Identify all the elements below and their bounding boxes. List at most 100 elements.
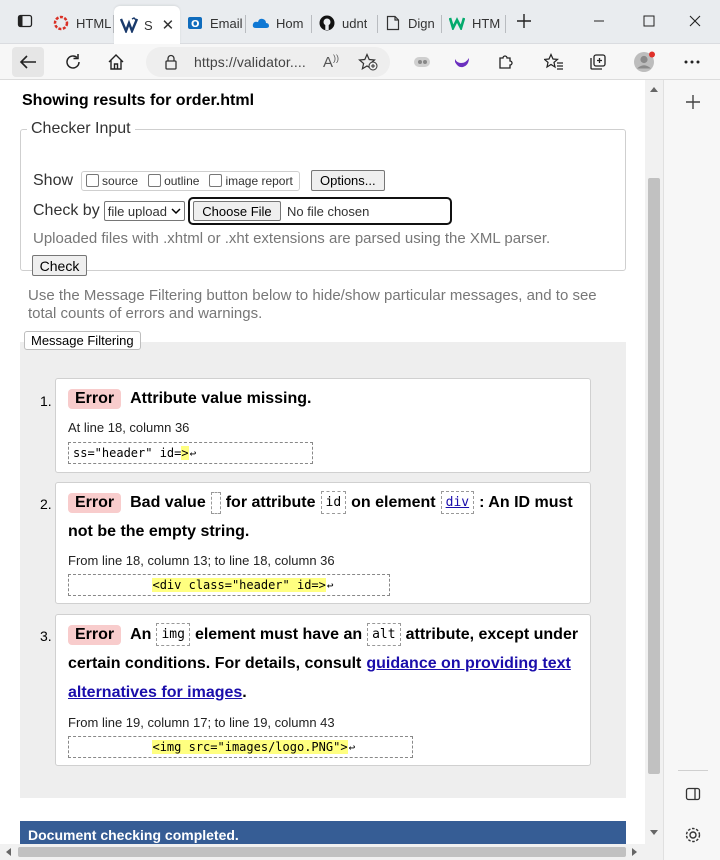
tab-validator[interactable]: S ✕ [114, 6, 180, 44]
show-source-option[interactable]: source [86, 174, 138, 188]
collections-icon[interactable] [582, 47, 614, 77]
close-tab-icon[interactable]: ✕ [162, 16, 175, 34]
check-by-label: Check by [33, 202, 100, 219]
no-file-text: No file chosen [286, 203, 370, 219]
onedrive-cloud-icon [252, 14, 270, 32]
message-text-line: Error Attribute value missing. [68, 389, 312, 409]
tab-html-1[interactable]: HTML [52, 8, 112, 38]
tab-actions-icon[interactable] [10, 8, 40, 34]
profile-avatar-icon[interactable] [628, 47, 660, 77]
add-favorite-icon[interactable] [358, 53, 378, 76]
back-arrow-icon[interactable] [12, 47, 44, 77]
tab-home[interactable]: Hom [252, 8, 310, 38]
show-outline-option[interactable]: outline [148, 174, 199, 188]
svg-text:O: O [191, 19, 200, 30]
message-text-line: not be the empty string. [68, 523, 250, 540]
hide-sidebar-icon[interactable] [680, 781, 706, 807]
check-by-select[interactable]: file upload [103, 201, 185, 221]
close-window-icon[interactable] [680, 8, 710, 34]
more-menu-icon[interactable] [676, 47, 708, 77]
message-number: 1. [40, 393, 52, 409]
extension-purple-icon[interactable] [446, 47, 478, 77]
maximize-icon[interactable] [634, 8, 664, 34]
horizontal-scrollbar[interactable] [0, 844, 663, 860]
location-text: From line 19, column 17; to line 19, col… [68, 715, 335, 730]
source-extract: <img src="images/logo.PNG"> ↩ [68, 736, 413, 758]
tab-github[interactable]: udnt [318, 8, 376, 38]
xml-parser-note: Uploaded files with .xhtml or .xht exten… [33, 230, 551, 247]
location-text: From line 18, column 13; to line 18, col… [68, 553, 335, 568]
document-icon [384, 14, 402, 32]
outlook-icon: O [186, 14, 204, 32]
source-extract: ss="header" id= > ↩ [68, 442, 313, 464]
url-box[interactable]: https://validator.... A)) [146, 47, 390, 77]
tab-email[interactable]: O Email [186, 8, 244, 38]
location-text: At line 18, column 36 [68, 420, 190, 435]
message-text-line: Error Bad value for attribute id on elem… [68, 491, 573, 514]
error-badge: Error [68, 624, 122, 645]
error-badge: Error [68, 389, 122, 409]
read-aloud-icon[interactable]: A)) [323, 53, 339, 71]
url-text[interactable]: https://validator.... [194, 54, 306, 70]
scroll-up-arrow-icon[interactable] [650, 86, 658, 92]
attribute-code: id [320, 491, 347, 514]
w3c-validator-icon [120, 16, 138, 34]
show-row: Show source outline image report Options… [33, 170, 385, 191]
results-title: Showing results for order.html [22, 92, 255, 109]
github-icon [318, 14, 336, 32]
w3schools-icon [448, 14, 466, 32]
error-message-2: Error Bad value for attribute id on elem… [55, 482, 591, 604]
completed-banner: Document checking completed. [20, 821, 626, 844]
home-icon[interactable] [100, 47, 132, 77]
element-link[interactable]: div [440, 491, 475, 514]
guidance-link[interactable]: guidance on providing text [366, 655, 570, 673]
scroll-right-arrow-icon[interactable] [632, 848, 638, 856]
message-text-line: Error An img element must have an alt at… [68, 623, 578, 646]
guidance-link-continued[interactable]: alternatives for images [68, 684, 242, 702]
check-button[interactable]: Check [32, 255, 87, 276]
extension-gray-icon[interactable] [406, 47, 438, 77]
scroll-down-arrow-icon[interactable] [650, 830, 658, 836]
error-message-3: Error An img element must have an alt at… [55, 614, 591, 766]
vertical-scrollbar[interactable] [645, 80, 663, 844]
extensions-puzzle-icon[interactable] [490, 47, 522, 77]
show-label: Show [33, 171, 74, 189]
chevron-down-icon [171, 208, 181, 215]
alt-code: alt [367, 623, 401, 646]
minimize-icon[interactable] [584, 8, 614, 34]
settings-gear-icon[interactable] [680, 822, 706, 848]
show-image-report-option[interactable]: image report [209, 174, 293, 188]
add-sidebar-icon[interactable] [680, 89, 706, 115]
outline-checkbox[interactable] [148, 174, 162, 187]
choose-file-button[interactable]: Choose File [192, 201, 281, 221]
checker-input-fieldset: Checker Input Show source outline image … [20, 120, 626, 276]
message-filtering-button[interactable]: Message Filtering [24, 331, 141, 350]
tab-document[interactable]: Dign [384, 8, 440, 38]
browser-side-panel [663, 80, 720, 860]
message-text-line: certain conditions. For details, consult… [68, 655, 571, 673]
empty-value-code [210, 491, 221, 514]
tab-bar: HTML S ✕ O Email Hom udnt Dign HTM [0, 0, 720, 44]
horizontal-scroll-thumb[interactable] [18, 847, 626, 857]
favorites-icon[interactable] [538, 47, 570, 77]
options-button[interactable]: Options... [310, 170, 385, 191]
message-number: 3. [40, 628, 52, 644]
tab-w3schools[interactable]: HTM [448, 8, 504, 38]
lock-icon[interactable] [164, 54, 178, 75]
source-extract: <div class="header" id=> ↩ [68, 574, 390, 596]
show-options: source outline image report [81, 170, 300, 191]
file-input[interactable]: Choose File No file chosen [187, 197, 452, 225]
page-content: Showing results for order.html Checker I… [0, 80, 645, 844]
source-checkbox[interactable] [86, 174, 100, 187]
refresh-icon[interactable] [57, 47, 89, 77]
vertical-scroll-thumb[interactable] [648, 178, 660, 774]
new-tab-icon[interactable] [509, 8, 539, 34]
checker-input-legend: Checker Input [31, 120, 131, 137]
check-by-row: Check by file upload Choose File No file… [33, 197, 452, 225]
filter-note: Use the Message Filtering button below t… [28, 287, 597, 322]
img-code: img [156, 623, 190, 646]
scroll-left-arrow-icon[interactable] [5, 848, 11, 856]
image-report-checkbox[interactable] [209, 174, 223, 187]
address-bar: https://validator.... A)) [0, 44, 720, 80]
error-message-1: Error Attribute value missing. At line 1… [55, 378, 591, 473]
